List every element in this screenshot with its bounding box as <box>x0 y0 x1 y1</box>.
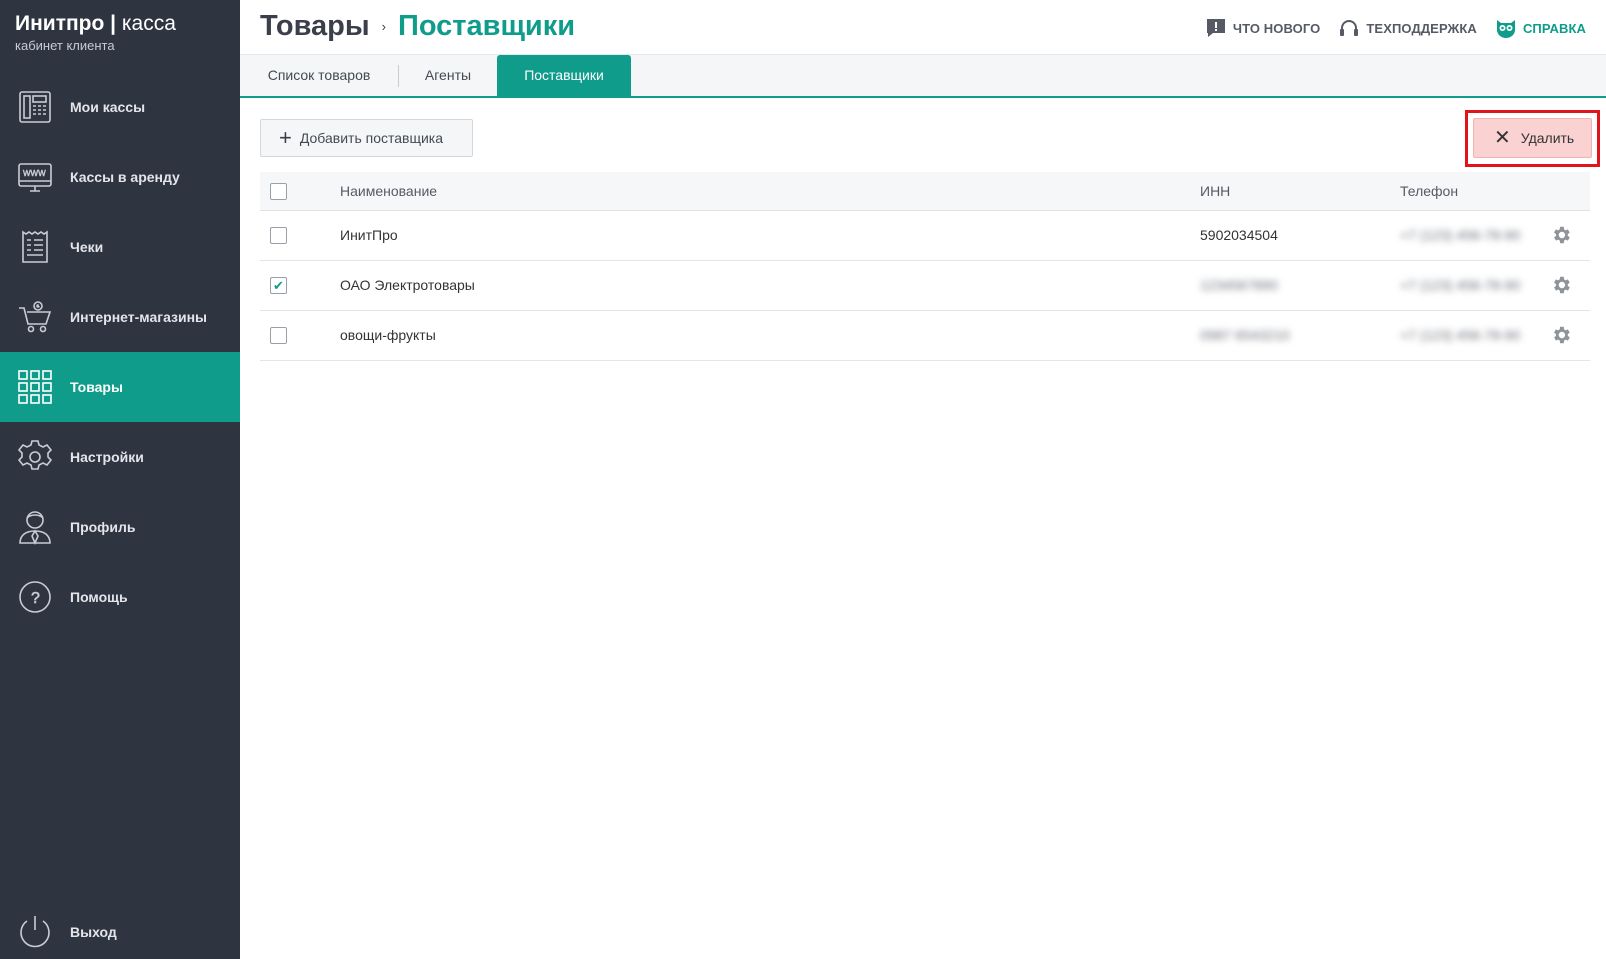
sidebar-item-label: Товары <box>70 379 123 395</box>
page-title: Поставщики <box>398 10 576 42</box>
select-all-checkbox[interactable] <box>270 183 287 200</box>
sidebar-item-profile[interactable]: Профиль <box>0 492 240 562</box>
sidebar-item-my-registers[interactable]: Мои кассы <box>0 72 240 142</box>
breadcrumb-separator: › <box>381 19 386 34</box>
sidebar: Инитпро | касса кабинет клиента Мои касс… <box>0 0 240 959</box>
power-icon <box>16 913 54 951</box>
table-row[interactable]: овощи-фрукты 0987 6543210 +7 (123) 456-7… <box>260 311 1590 361</box>
column-header-phone[interactable]: Телефон <box>1400 172 1458 211</box>
column-header-inn[interactable]: ИНН <box>1200 172 1230 211</box>
logout-section: Выход <box>0 897 240 959</box>
row-settings-button[interactable] <box>1550 224 1572 246</box>
plus-icon: + <box>279 125 292 150</box>
tab-agents[interactable]: Агенты <box>399 55 497 96</box>
www-monitor-icon: WWW <box>16 158 54 196</box>
sidebar-nav: Мои кассы WWW Кассы в аренду Чеки Интерн… <box>0 72 240 632</box>
header-links: Что нового Техподдержка Справка <box>1205 17 1586 39</box>
suppliers-table: Наименование ИНН Телефон ИнитПро 5902034… <box>260 172 1590 361</box>
owl-icon <box>1496 20 1515 38</box>
row-checkbox[interactable]: ✔ <box>270 277 287 294</box>
row-settings-button[interactable] <box>1550 274 1572 296</box>
add-supplier-button[interactable]: + Добавить поставщика <box>260 119 473 157</box>
sidebar-item-products[interactable]: Товары <box>0 352 240 422</box>
sidebar-item-settings[interactable]: Настройки <box>0 422 240 492</box>
user-icon <box>16 508 54 546</box>
tab-bar: Список товаров Агенты Поставщики <box>240 55 1606 98</box>
delete-button[interactable]: ✕ Удалить <box>1473 118 1592 158</box>
sidebar-item-label: Помощь <box>70 589 128 605</box>
table-header: Наименование ИНН Телефон <box>260 172 1590 211</box>
sidebar-item-label: Настройки <box>70 449 144 465</box>
cash-register-icon <box>16 88 54 126</box>
supplier-phone: +7 (123) 456-78-90 <box>1400 277 1521 293</box>
row-settings-button[interactable] <box>1550 324 1572 346</box>
sidebar-item-label: Интернет-магазины <box>70 309 208 325</box>
support-link[interactable]: Техподдержка <box>1338 17 1477 39</box>
close-icon: ✕ <box>1494 127 1511 149</box>
supplier-phone: +7 (123) 456-78-90 <box>1400 227 1521 243</box>
whats-new-link[interactable]: Что нового <box>1205 17 1320 39</box>
gear-icon <box>1554 226 1570 244</box>
question-icon: ? <box>16 578 54 616</box>
tab-suppliers[interactable]: Поставщики <box>497 55 631 96</box>
breadcrumb: Товары › Поставщики <box>260 10 575 43</box>
sidebar-item-help[interactable]: ? Помощь <box>0 562 240 632</box>
supplier-inn: 5902034504 <box>1200 227 1278 243</box>
help-label: Справка <box>1522 20 1586 36</box>
receipt-icon <box>16 228 54 266</box>
supplier-inn: 1234567890 <box>1200 277 1278 293</box>
svg-text:WWW: WWW <box>23 169 46 178</box>
brand-subtitle: кабинет клиента <box>15 38 115 53</box>
page-header: Товары › Поставщики Что нового Техподдер… <box>240 0 1606 55</box>
sidebar-item-label: Мои кассы <box>70 99 146 115</box>
supplier-phone: +7 (123) 456-78-90 <box>1400 327 1521 343</box>
supplier-name: ИнитПро <box>340 227 398 243</box>
brand-title: Инитпро | касса <box>15 12 176 35</box>
table-row[interactable]: ✔ ОАО Электротовары 1234567890 +7 (123) … <box>260 261 1590 311</box>
gear-icon <box>1554 326 1570 344</box>
add-supplier-label: Добавить поставщика <box>299 130 444 146</box>
checkmark-icon: ✔ <box>273 278 284 293</box>
whats-new-label: Что нового <box>1232 20 1321 36</box>
sidebar-item-label: Кассы в аренду <box>70 169 180 185</box>
grid-icon <box>16 368 54 406</box>
sidebar-item-label: Профиль <box>70 519 136 535</box>
sidebar-item-receipts[interactable]: Чеки <box>0 212 240 282</box>
breadcrumb-parent[interactable]: Товары <box>260 10 370 43</box>
headset-icon <box>1340 20 1359 36</box>
supplier-name: овощи-фрукты <box>340 327 436 343</box>
sidebar-item-label: Чеки <box>70 239 104 255</box>
column-header-name[interactable]: Наименование <box>340 172 437 211</box>
row-checkbox[interactable] <box>270 327 287 344</box>
delete-label: Удалить <box>1520 130 1575 146</box>
svg-text:?: ? <box>31 590 40 607</box>
gear-icon <box>16 438 54 476</box>
logout-button[interactable]: Выход <box>0 897 240 959</box>
table-row[interactable]: ИнитПро 5902034504 +7 (123) 456-78-90 <box>260 211 1590 261</box>
chat-alert-icon <box>1206 19 1225 37</box>
sidebar-item-rent-registers[interactable]: WWW Кассы в аренду <box>0 142 240 212</box>
support-label: Техподдержка <box>1366 20 1477 36</box>
cart-icon <box>16 298 54 336</box>
tab-product-list[interactable]: Список товаров <box>240 55 398 96</box>
row-checkbox[interactable] <box>270 227 287 244</box>
gear-icon <box>1554 276 1570 294</box>
help-link[interactable]: Справка <box>1495 17 1586 39</box>
brand-logo[interactable]: Инитпро | касса кабинет клиента <box>15 12 176 53</box>
supplier-inn: 0987 6543210 <box>1200 327 1290 343</box>
supplier-name: ОАО Электротовары <box>340 277 475 293</box>
logout-label: Выход <box>70 924 117 940</box>
sidebar-item-online-stores[interactable]: Интернет-магазины <box>0 282 240 352</box>
